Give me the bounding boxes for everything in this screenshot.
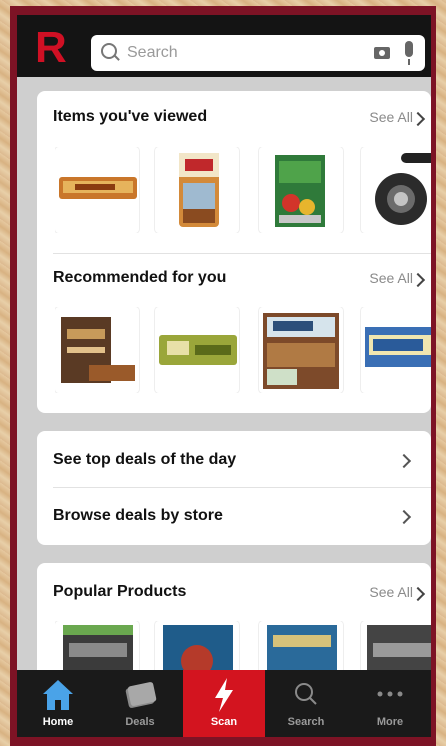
product-thumb[interactable] <box>155 147 239 233</box>
recommended-items <box>55 307 431 393</box>
microphone-icon[interactable] <box>405 41 413 65</box>
green-bar-image <box>159 335 237 365</box>
tab-more[interactable]: More <box>349 670 431 737</box>
tab-home[interactable]: Home <box>17 670 99 737</box>
recommended-title: Recommended for you <box>53 269 227 286</box>
clif-bar-image <box>179 153 219 227</box>
app-screen: R Search Items you've viewed See All Rec… <box>17 15 431 737</box>
search-icon <box>101 43 117 59</box>
popular-title: Popular Products <box>53 583 187 600</box>
luna-bar-image <box>365 327 431 367</box>
store-deals-label: Browse deals by store <box>53 507 223 524</box>
tab-scan[interactable]: Scan <box>183 670 265 737</box>
chevron-right-icon[interactable] <box>410 111 426 127</box>
tab-more-label: More <box>376 716 404 728</box>
headphones-image <box>375 153 431 225</box>
recommended-see-all[interactable]: See All <box>369 270 413 286</box>
product-thumb[interactable] <box>361 307 431 393</box>
search-icon <box>295 683 317 705</box>
viewed-title: Items you've viewed <box>53 108 208 125</box>
popular-see-all[interactable]: See All <box>369 584 413 600</box>
bar-box-image <box>61 317 135 383</box>
tab-home-label: Home <box>42 716 74 728</box>
camera-icon[interactable] <box>374 47 390 59</box>
protein-bar-image <box>59 177 137 199</box>
tab-deals-label: Deals <box>125 716 155 728</box>
tab-bar: Home Deals Scan Search More <box>17 670 431 737</box>
top-deals-label: See top deals of the day <box>53 451 237 468</box>
product-thumb[interactable] <box>155 307 239 393</box>
store-deals-row[interactable]: Browse deals by store <box>37 488 431 545</box>
section-divider <box>53 253 431 254</box>
product-thumb[interactable] <box>259 307 343 393</box>
chevron-right-icon[interactable] <box>410 272 426 288</box>
chevron-right-icon <box>396 453 412 469</box>
product-thumb[interactable] <box>55 147 139 233</box>
top-deals-row[interactable]: See top deals of the day <box>37 431 431 487</box>
app-logo[interactable]: R <box>35 25 75 71</box>
product-thumb[interactable] <box>55 307 139 393</box>
search-bar[interactable]: Search <box>91 35 425 71</box>
search-placeholder: Search <box>127 44 178 61</box>
cereal-box-image <box>275 155 325 227</box>
viewed-see-all[interactable]: See All <box>369 109 413 125</box>
chevron-right-icon[interactable] <box>410 586 426 602</box>
product-thumb[interactable] <box>361 147 431 233</box>
tab-search-label: Search <box>287 716 325 728</box>
builder-box-image <box>263 313 339 389</box>
tab-scan-label: Scan <box>210 716 238 728</box>
tab-search[interactable]: Search <box>265 670 347 737</box>
lightning-icon <box>215 678 233 712</box>
top-bar: R Search <box>17 15 431 77</box>
product-thumb[interactable] <box>259 147 343 233</box>
deals-card: See top deals of the day Browse deals by… <box>37 431 431 545</box>
more-dots-icon <box>377 691 403 697</box>
chevron-right-icon <box>396 509 412 525</box>
tag-icon <box>125 682 157 708</box>
tab-deals[interactable]: Deals <box>99 670 181 737</box>
viewed-items <box>55 147 431 233</box>
products-card: Items you've viewed See All Recommended … <box>37 91 431 413</box>
home-icon <box>43 680 73 710</box>
